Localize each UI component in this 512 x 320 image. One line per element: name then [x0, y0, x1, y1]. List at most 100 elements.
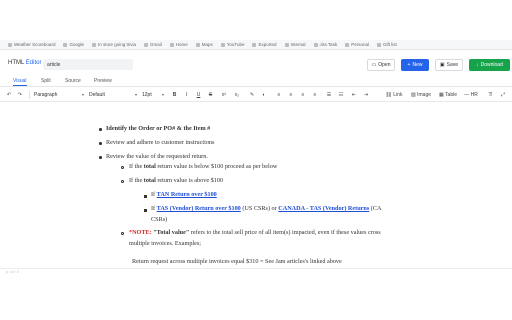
bookmark-item[interactable]: Jira Task — [313, 40, 337, 49]
font-size-select[interactable]: 12pt ▾ — [142, 90, 164, 100]
status-bar: p › ul › li — [0, 268, 512, 275]
tab-source[interactable]: Source — [65, 76, 81, 86]
bullet — [144, 195, 147, 198]
bookmark-item[interactable]: Exported — [252, 40, 277, 49]
editor-toolbar: ↶ ↷ Paragraph ▾ Default ▾ 12pt ▾ B I U S x²… — [0, 89, 512, 102]
block-format-select[interactable]: Paragraph ▾ — [34, 90, 84, 100]
divider — [29, 91, 30, 99]
text: (CA — [369, 205, 382, 212]
table-button[interactable]: ▦ Table — [437, 90, 459, 100]
bookmark-item[interactable]: Weather Scoreboard — [8, 40, 55, 49]
app-title: HTML Editor — [8, 60, 41, 66]
align-left-icon[interactable]: ≡ — [275, 90, 283, 100]
open-button[interactable]: ▭ Open — [367, 59, 395, 71]
bookmark-icon — [345, 42, 350, 47]
open-label: Open — [378, 62, 391, 68]
download-button[interactable]: ↓ Download — [469, 59, 510, 71]
bookmark-item[interactable]: In store going trivia — [91, 40, 136, 49]
image-button[interactable]: ▨ Image — [409, 90, 433, 100]
font-family-select[interactable]: Default ▾ — [89, 90, 137, 100]
indent-icon[interactable]: ⇥ — [362, 90, 370, 100]
folder-icon: ▭ — [371, 62, 377, 68]
bookmark-item[interactable]: Gift list — [376, 40, 397, 49]
tab-preview[interactable]: Preview — [94, 76, 112, 86]
tab-visual[interactable]: Visual — [13, 76, 27, 86]
bookmark-icon — [284, 42, 289, 47]
strikethrough-button[interactable]: S — [207, 90, 214, 100]
text-color-icon[interactable]: ✎ — [248, 90, 256, 100]
new-button[interactable]: + New — [401, 59, 429, 71]
outdent-icon[interactable]: ⇤ — [350, 90, 358, 100]
redo-icon[interactable]: ↷ — [16, 90, 24, 100]
tas-vendor-return-link[interactable]: TAS (Vendor) Return over $100 — [157, 205, 241, 212]
tab-split[interactable]: Split — [41, 76, 51, 86]
superscript-icon[interactable]: x² — [220, 90, 228, 100]
save-button[interactable]: ▣ Save — [435, 59, 463, 71]
list-item: Review the value of the requested return… — [106, 153, 208, 160]
bookmark-label: In store going trivia — [97, 42, 136, 47]
chevron-down-icon: ▾ — [81, 92, 84, 97]
note-continuation: multiple invoices. Examples; — [129, 240, 202, 247]
bullet — [121, 232, 124, 235]
bookmark-icon — [252, 42, 257, 47]
bookmark-label: YouTube — [226, 42, 245, 47]
bookmark-item[interactable]: Gmail — [144, 40, 162, 49]
bookmark-item[interactable]: Home — [169, 40, 188, 49]
bookmark-item[interactable]: Maps — [195, 40, 213, 49]
text: If the — [129, 177, 144, 184]
element-path: p › ul › li — [6, 270, 19, 274]
note-item: *NOTE: "Total value" refers to the total… — [129, 229, 381, 237]
hr-icon: — — [464, 92, 470, 98]
save-icon: ▣ — [439, 62, 445, 68]
link-label: Link — [393, 92, 403, 98]
bookmark-label: Gmail — [150, 42, 162, 47]
bookmark-label: Maps — [201, 42, 213, 47]
bookmark-item[interactable]: Google — [63, 40, 84, 49]
list-item: Identify the Order or PO# & the Item # — [106, 125, 211, 132]
bookmark-label: Exported — [258, 42, 277, 47]
bookmark-icon — [376, 42, 381, 47]
list-item: If the total return value is above $100 — [129, 177, 223, 185]
italic-button[interactable]: I — [183, 90, 190, 100]
bold-text: total — [143, 177, 156, 184]
bookmark-icon — [144, 42, 148, 47]
tan-return-link[interactable]: TAN Return over $100 — [157, 191, 217, 198]
link-button[interactable]: ⛓ Link — [384, 90, 404, 100]
font-family-value: Default — [89, 92, 105, 98]
align-center-icon[interactable]: ≡ — [287, 90, 295, 100]
canada-tas-return-link[interactable]: CANADA - TAS (Vendor) Returns — [278, 205, 369, 212]
highlight-icon[interactable]: ◐ — [260, 90, 268, 100]
bullet — [121, 180, 124, 183]
chevron-down-icon: ▾ — [161, 92, 164, 97]
text: refers to the total sell price of all it… — [189, 229, 381, 236]
download-label: Download — [480, 62, 503, 68]
image-label: Image — [417, 92, 432, 98]
numbered-list-icon[interactable]: ☷ — [337, 90, 345, 100]
brand-accent: Editor — [25, 60, 42, 66]
filename-input[interactable] — [43, 59, 133, 70]
note-label: *NOTE: — [129, 229, 152, 236]
image-icon: ▨ — [410, 92, 416, 98]
bookmark-item[interactable]: Internal — [284, 40, 306, 49]
text: (US CSRs) or — [240, 205, 279, 212]
editor-content[interactable]: Identify the Order or PO# & the Item # R… — [0, 103, 512, 265]
bold-button[interactable]: B — [171, 90, 178, 100]
align-right-icon[interactable]: ≡ — [299, 90, 307, 100]
bookmark-label: Internal — [290, 42, 306, 47]
clear-format-icon[interactable]: T̸ — [486, 90, 494, 100]
text: return value is below $100 proceed as pe… — [155, 163, 278, 170]
table-label: Table — [445, 92, 457, 98]
underline-button[interactable]: U — [195, 90, 202, 100]
undo-icon[interactable]: ↶ — [5, 90, 13, 100]
bookmark-item[interactable]: YouTube — [220, 40, 245, 49]
bullet-list-icon[interactable]: ☰ — [325, 90, 333, 100]
align-justify-icon[interactable]: ≡ — [311, 90, 319, 100]
bullet — [99, 156, 102, 159]
fullscreen-icon[interactable]: ⤢ — [499, 90, 507, 100]
subscript-icon[interactable]: x₂ — [233, 90, 241, 100]
hr-button[interactable]: — HR — [463, 90, 479, 100]
bookmark-label: Home — [175, 42, 188, 47]
list-item: If the total return value is below $100 … — [129, 163, 277, 171]
bookmark-item[interactable]: Personal — [345, 40, 369, 49]
font-size-value: 12pt — [142, 92, 152, 98]
